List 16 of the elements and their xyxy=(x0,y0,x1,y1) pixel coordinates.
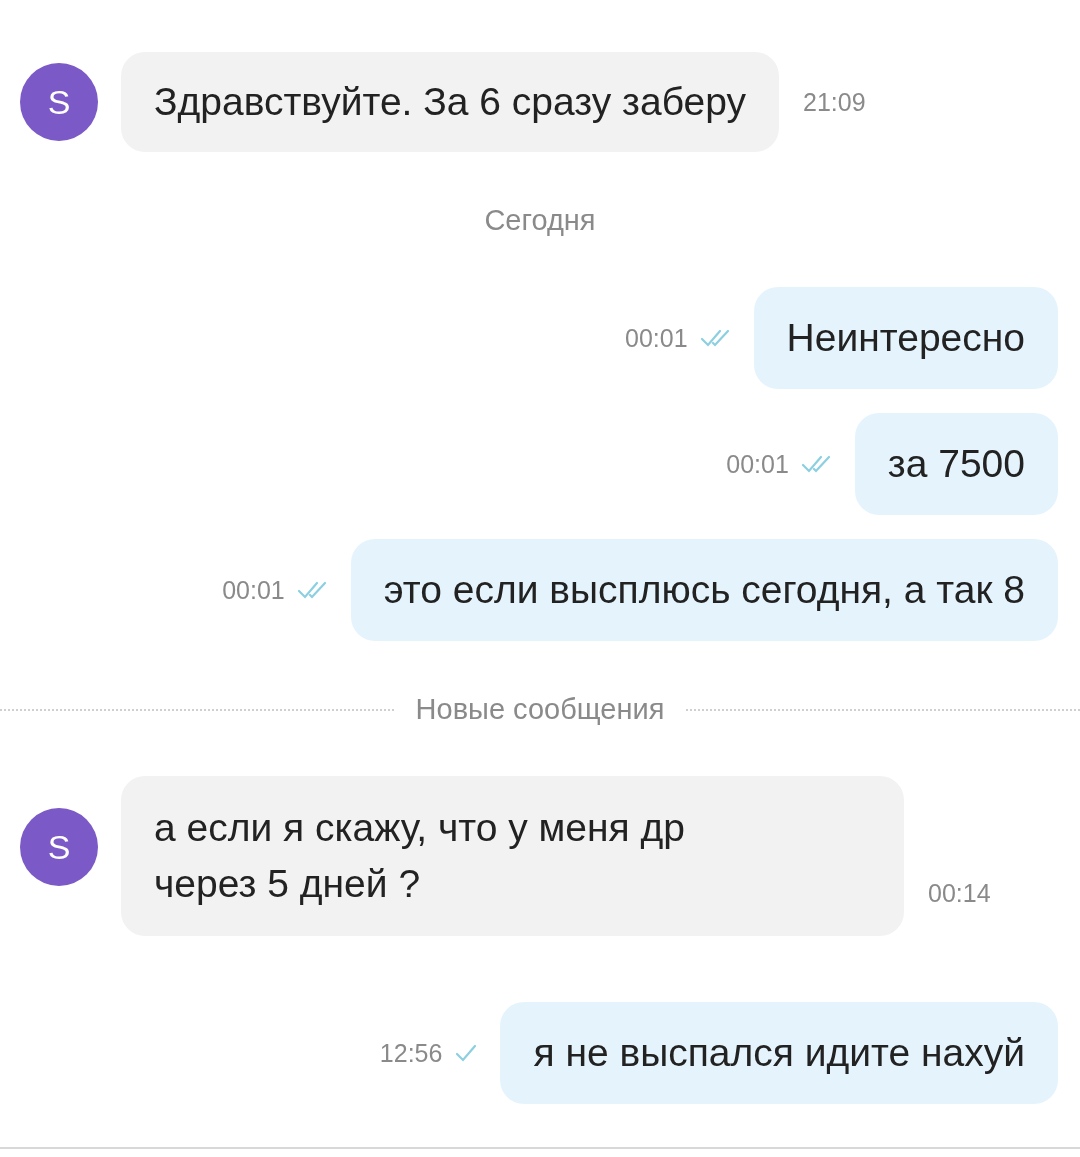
message-time: 00:01 xyxy=(222,575,285,605)
message-bubble: за 7500 xyxy=(854,413,1058,515)
new-messages-divider: Новые сообщения xyxy=(415,693,665,726)
message-time: 00:01 xyxy=(625,323,688,353)
message-time: 21:09 xyxy=(803,87,866,117)
message-time: 12:56 xyxy=(379,1038,443,1068)
message-bubble: Здравствуйте. За 6 сразу заберу xyxy=(121,52,779,152)
message-bubble: это если высплюсь сегодня, а так 8 xyxy=(350,539,1058,641)
avatar: S xyxy=(20,808,98,886)
avatar: S xyxy=(20,63,98,141)
message-time: 00:01 xyxy=(726,449,789,479)
message-bubble: я не выспался идите нахуй xyxy=(500,1002,1058,1104)
date-separator: Сегодня xyxy=(484,204,596,237)
message-time: 00:14 xyxy=(928,879,991,908)
message-bubble: Неинтересно xyxy=(753,287,1058,389)
message-bubble: а если я скажу, что у меня др через 5 дней ? xyxy=(121,776,904,936)
